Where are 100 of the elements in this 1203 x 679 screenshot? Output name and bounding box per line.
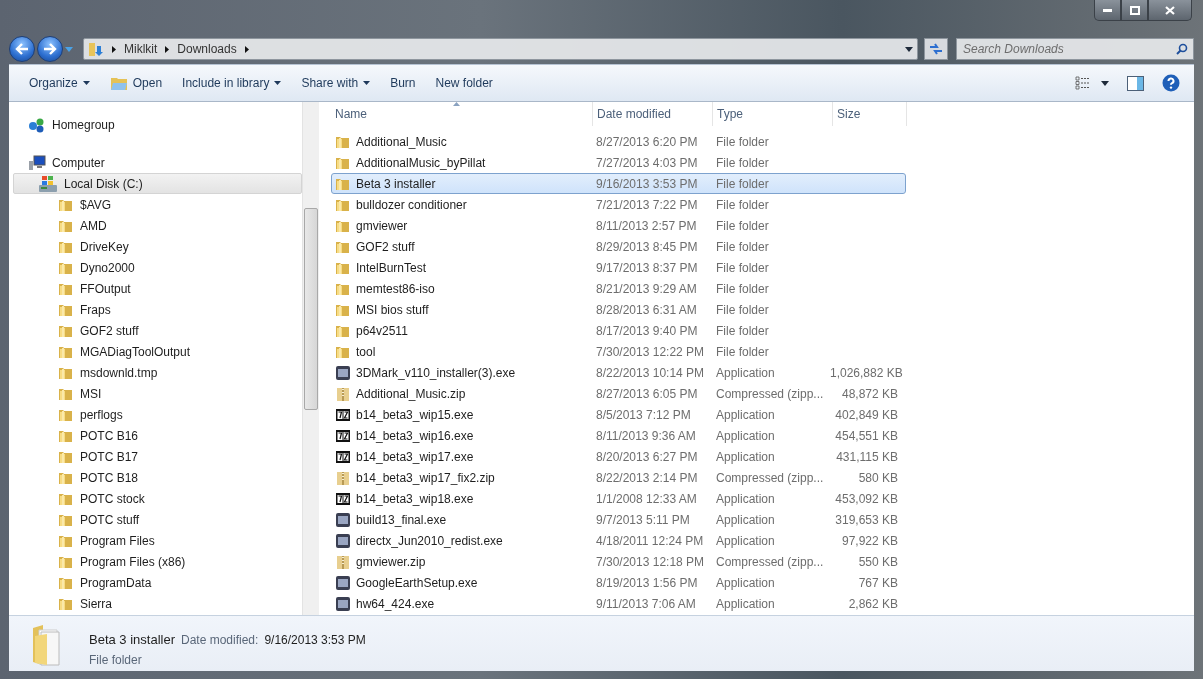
- file-name: Beta 3 installer: [356, 176, 436, 191]
- sidebar-item[interactable]: Program Files (x86): [13, 551, 302, 572]
- size-cell-text: 453,092 KB: [834, 491, 899, 506]
- sidebar-item[interactable]: DriveKey: [13, 236, 302, 257]
- file-row[interactable]: GOF2 stuff 8/29/2013 8:45 PM File folder: [331, 236, 906, 257]
- date-cell-text: 8/20/2013 6:27 PM: [595, 449, 699, 464]
- chevron-icon[interactable]: [244, 45, 249, 53]
- sidebar-item[interactable]: Program Files: [13, 530, 302, 551]
- file-row[interactable]: 3DMark_v110_installer(3).exe 8/22/2013 10:14 PM Application 1,026,882 KB: [331, 362, 906, 383]
- type-cell-text: File folder: [715, 323, 770, 338]
- sidebar-item[interactable]: POTC B18: [13, 467, 302, 488]
- toolbar-button[interactable]: New folder: [425, 70, 503, 96]
- file-row[interactable]: GoogleEarthSetup.exe 8/19/2013 1:56 PM Application 767 KB: [331, 572, 906, 593]
- sidebar-item[interactable]: ProgramData: [13, 572, 302, 593]
- dropdown-caret-icon[interactable]: [905, 46, 913, 52]
- file-name: build13_final.exe: [356, 512, 447, 527]
- file-row[interactable]: gmviewer 8/11/2013 2:57 PM File folder: [331, 215, 906, 236]
- chevron-icon[interactable]: [165, 45, 170, 53]
- date-cell-text: 7/21/2013 7:22 PM: [595, 197, 699, 212]
- sidebar-item[interactable]: Dyno2000: [13, 257, 302, 278]
- file-row[interactable]: hw64_424.exe 9/11/2013 7:06 AM Application 2,862 KB: [331, 593, 906, 614]
- date-cell-text: 8/29/2013 8:45 PM: [595, 239, 699, 254]
- homegroup-icon: [28, 116, 46, 133]
- forward-button[interactable]: [37, 36, 63, 62]
- file-row[interactable]: b14_beta3_wip15.exe 8/5/2013 7:12 PM Application 402,849 KB: [331, 404, 906, 425]
- file-row[interactable]: MSI bios stuff 8/28/2013 6:31 AM File folder: [331, 299, 906, 320]
- file-row[interactable]: memtest86-iso 8/21/2013 9:29 AM File folder: [331, 278, 906, 299]
- refresh-button[interactable]: [924, 38, 948, 60]
- maximize-button[interactable]: [1121, 0, 1148, 21]
- breadcrumb[interactable]: Downloads: [177, 42, 237, 56]
- type-cell-text: Application: [715, 365, 776, 380]
- sidebar-item[interactable]: AMD: [13, 215, 302, 236]
- type-cell-text: Application: [715, 449, 776, 464]
- date-cell-text: 8/19/2013 1:56 PM: [595, 575, 699, 590]
- chevron-icon[interactable]: [112, 45, 116, 53]
- sidebar-item[interactable]: MSI: [13, 383, 302, 404]
- toolbar-button[interactable]: Organize: [19, 70, 100, 96]
- scroll-thumb[interactable]: [304, 208, 318, 410]
- file-row[interactable]: b14_beta3_wip18.exe 1/1/2008 12:33 AM Application 453,092 KB: [331, 488, 906, 509]
- date-cell-text: 8/21/2013 9:29 AM: [595, 281, 698, 296]
- breadcrumb[interactable]: Miklkit: [124, 42, 158, 56]
- file-name: gmviewer: [356, 218, 408, 233]
- application-icon: [335, 595, 351, 612]
- file-row[interactable]: bulldozer conditioner 7/21/2013 7:22 PM File folder: [331, 194, 906, 215]
- file-row[interactable]: Additional_Music.zip 8/27/2013 6:05 PM Compressed (zipp... 48,872 KB: [331, 383, 906, 404]
- sidebar-item[interactable]: perflogs: [13, 404, 302, 425]
- file-row[interactable]: build13_final.exe 9/7/2013 5:11 PM Application 319,653 KB: [331, 509, 906, 530]
- minimize-icon: [1103, 8, 1112, 12]
- file-row[interactable]: Additional_Music 8/27/2013 6:20 PM File folder: [331, 131, 906, 152]
- minimize-button[interactable]: [1094, 0, 1121, 21]
- sort-arrow-icon: [453, 102, 460, 106]
- sidebar-item[interactable]: msdownld.tmp: [13, 362, 302, 383]
- column-header[interactable]: Date modified: [593, 102, 713, 126]
- file-name: Additional_Music: [356, 134, 447, 149]
- file-row[interactable]: b14_beta3_wip17_fix2.zip 8/22/2013 2:14 PM Compressed (zipp... 580 KB: [331, 467, 906, 488]
- column-header[interactable]: Type: [713, 102, 833, 126]
- size-cell-text: 767 KB: [857, 575, 899, 590]
- sidebar-item[interactable]: Fraps: [13, 299, 302, 320]
- file-name: AdditionalMusic_byPillat: [356, 155, 486, 170]
- sidebar-item[interactable]: POTC stock: [13, 488, 302, 509]
- sidebar-item[interactable]: MGADiagToolOutput: [13, 341, 302, 362]
- file-row[interactable]: b14_beta3_wip16.exe 8/11/2013 9:36 AM Application 454,551 KB: [331, 425, 906, 446]
- file-row[interactable]: directx_Jun2010_redist.exe 4/18/2011 12:24 PM Application 97,922 KB: [331, 530, 906, 551]
- sidebar-item[interactable]: FFOutput: [13, 278, 302, 299]
- type-cell-text: Application: [715, 533, 776, 548]
- archive-app-icon: [335, 406, 351, 423]
- column-header[interactable]: Size: [833, 102, 907, 126]
- toolbar-button[interactable]: Open: [99, 70, 173, 96]
- close-button[interactable]: [1148, 0, 1192, 21]
- back-button[interactable]: [9, 36, 35, 62]
- search-field[interactable]: Search Downloads: [956, 38, 1194, 60]
- sidebar-item[interactable]: Local Disk (C:): [13, 173, 302, 194]
- scrollbar[interactable]: [302, 102, 319, 615]
- file-row[interactable]: Beta 3 installer 9/16/2013 3:53 PM File folder: [331, 173, 906, 194]
- toolbar-button[interactable]: Burn: [380, 70, 426, 96]
- sidebar-item[interactable]: GOF2 stuff: [13, 320, 302, 341]
- folder-icon: [88, 41, 104, 57]
- file-row[interactable]: IntelBurnTest 9/17/2013 8:37 PM File folder: [331, 257, 906, 278]
- type-cell-text: File folder: [715, 134, 770, 149]
- type-cell-text: File folder: [715, 302, 770, 317]
- sidebar-item[interactable]: POTC B16: [13, 425, 302, 446]
- sidebar-item[interactable]: Sierra: [13, 593, 302, 614]
- file-name: p64v2511: [356, 323, 408, 338]
- file-row[interactable]: AdditionalMusic_byPillat 7/27/2013 4:03 PM File folder: [331, 152, 906, 173]
- file-row[interactable]: tool 7/30/2013 12:22 PM File folder: [331, 341, 906, 362]
- file-row[interactable]: gmviewer.zip 7/30/2013 12:18 PM Compressed (zipp... 550 KB: [331, 551, 906, 572]
- sidebar-item[interactable]: $AVG: [13, 194, 302, 215]
- sidebar-item[interactable]: POTC B17: [13, 446, 302, 467]
- file-name: tool: [356, 344, 376, 359]
- address-bar[interactable]: Miklkit Downloads: [83, 38, 918, 60]
- date-cell-text: 9/11/2013 7:06 AM: [595, 596, 697, 611]
- close-icon: [1165, 5, 1175, 15]
- file-row[interactable]: p64v2511 8/17/2013 9:40 PM File folder: [331, 320, 906, 341]
- sidebar-item[interactable]: Computer: [13, 152, 302, 173]
- sidebar-item[interactable]: POTC stuff: [13, 509, 302, 530]
- file-row[interactable]: b14_beta3_wip17.exe 8/20/2013 6:27 PM Application 431,115 KB: [331, 446, 906, 467]
- toolbar-button[interactable]: Include in library: [172, 70, 292, 96]
- date-cell-text: 8/22/2013 10:14 PM: [595, 365, 706, 380]
- sidebar-item[interactable]: Homegroup: [13, 114, 302, 135]
- toolbar-button[interactable]: Share with: [291, 70, 381, 96]
